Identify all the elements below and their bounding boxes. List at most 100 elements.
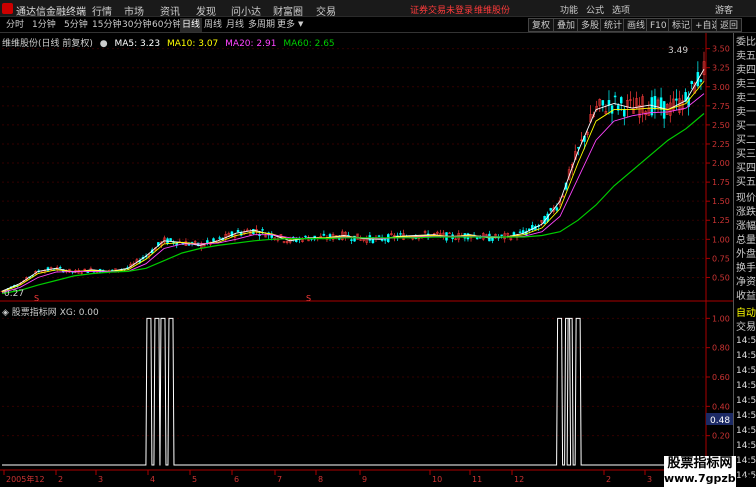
price-tick-label: 1.00 xyxy=(712,235,730,244)
tick-time: 14:50 xyxy=(736,441,756,451)
indicator-tick-label: 0.40 xyxy=(712,402,730,411)
label-buy5: 买五 xyxy=(736,177,756,188)
candle-body xyxy=(350,239,353,241)
quote-panel: 委比 卖五 卖四 卖三 卖二 卖一 买一 买二 买三 买四 买五 现价 涨跌 涨… xyxy=(733,33,756,487)
period-monthly[interactable]: 月线 xyxy=(224,18,246,32)
tick-time: 14:50 xyxy=(736,366,756,376)
menu-caifuquan[interactable]: 财富圈 xyxy=(273,3,303,18)
more-dropdown-icon[interactable]: ▼ xyxy=(298,20,303,28)
indicator-tick-label: 1.00 xyxy=(712,314,730,323)
auto-label[interactable]: 自动 xyxy=(736,307,756,320)
label-price: 现价 xyxy=(736,193,756,204)
menu-xuanxiang[interactable]: 选项 xyxy=(612,3,630,16)
candle-body xyxy=(322,233,326,236)
candle-body xyxy=(236,230,240,233)
tick-time: 14:50 xyxy=(736,351,756,361)
kline-chart[interactable]: 3.50 3.25 3.00 2.75 2.50 2.25 2.00 1.75 1.50 1.25… xyxy=(0,33,733,487)
date-tick-label: 10 xyxy=(432,475,442,484)
indicator-title[interactable]: 股票指标网 xyxy=(12,308,57,318)
candle-body xyxy=(169,238,172,242)
price-tick-label: 2.25 xyxy=(712,140,730,149)
candle-body xyxy=(619,97,623,104)
menu-faxian[interactable]: 发现 xyxy=(196,3,216,18)
label-sell2: 卖二 xyxy=(736,93,756,104)
price-tick-label: 2.75 xyxy=(712,102,730,111)
period-30min[interactable]: 30分钟 xyxy=(120,18,153,32)
candle-body xyxy=(218,237,221,239)
period-60min[interactable]: 60分钟 xyxy=(150,18,183,32)
app-title: 通达信金融终端 xyxy=(16,7,86,18)
period-fenshi[interactable]: 分时 xyxy=(4,18,26,32)
candle-body xyxy=(212,238,215,242)
date-tick-label: 12 xyxy=(514,475,524,484)
f10-button[interactable]: F10 xyxy=(646,18,671,32)
candle-body xyxy=(512,232,516,236)
price-tick-label: 3.00 xyxy=(712,83,730,92)
price-tick-label: 1.25 xyxy=(712,216,730,225)
period-15min[interactable]: 15分钟 xyxy=(90,18,123,32)
overlay-button[interactable]: 叠加 xyxy=(553,18,580,32)
candle-body xyxy=(500,234,503,236)
terminal-window: 通达信金融终端 行情 市场 资讯 发现 问小达 财富圈 交易 证券交易未登录 维… xyxy=(0,0,756,487)
menu-hangqing[interactable]: 行情 xyxy=(92,3,112,18)
candle-body xyxy=(613,95,617,98)
back-button[interactable]: 返回 xyxy=(716,18,743,32)
price-tick-label: 2.50 xyxy=(712,121,730,130)
date-tick-label: 9 xyxy=(362,475,367,484)
menu-zixun[interactable]: 资讯 xyxy=(160,3,180,18)
label-weibi: 委比 xyxy=(736,37,756,48)
fuquan-button[interactable]: 复权 xyxy=(528,18,555,32)
price-tick-label: 0.50 xyxy=(712,273,730,282)
label-buy2: 买二 xyxy=(736,135,756,146)
candle-body xyxy=(577,147,580,149)
menu-gongshi[interactable]: 公式 xyxy=(586,3,604,16)
label-netasset: 净资 xyxy=(736,277,756,288)
label-sell3: 卖三 xyxy=(736,79,756,90)
period-more[interactable]: 更多 xyxy=(275,18,297,32)
signal-marker: S xyxy=(306,294,311,303)
candle-body xyxy=(518,231,522,233)
price-tick-label: 2.00 xyxy=(712,159,730,168)
label-volume: 总量 xyxy=(736,235,756,246)
candle-body xyxy=(690,81,693,85)
period-multi[interactable]: 多周期 xyxy=(246,18,277,32)
watermark-title: 股票指标网 xyxy=(667,456,733,471)
current-stock-name[interactable]: 维维股份 xyxy=(474,3,510,16)
period-5min[interactable]: 5分钟 xyxy=(62,18,90,32)
tick-time: 14:50 xyxy=(736,411,756,421)
date-tick-label: 2 xyxy=(606,475,611,484)
candle-body xyxy=(58,266,62,269)
candle-body xyxy=(555,207,559,211)
price-tick-label: 3.50 xyxy=(712,45,730,54)
xg-value: XG: 0.00 xyxy=(59,308,99,318)
period-1min[interactable]: 1分钟 xyxy=(30,18,58,32)
label-change: 涨跌 xyxy=(736,207,756,218)
indicator-settings-icon[interactable]: ◈ xyxy=(2,308,12,318)
indicator-tick-label: 0.20 xyxy=(712,432,730,441)
period-weekly[interactable]: 周线 xyxy=(202,18,224,32)
indicator-current-value: 0.48 xyxy=(710,416,730,426)
menu-jiaoyi[interactable]: 交易 xyxy=(316,3,336,18)
candle-body xyxy=(601,100,605,106)
label-buy3: 买三 xyxy=(736,149,756,160)
tick-time: 14:50 xyxy=(736,381,756,391)
price-tick-label: 0.75 xyxy=(712,254,730,263)
candle-body xyxy=(206,240,209,243)
menu-gongneng[interactable]: 功能 xyxy=(560,3,578,16)
ma-line-ma60 xyxy=(1,113,705,295)
date-tick-label: 7 xyxy=(277,475,282,484)
label-buy4: 买四 xyxy=(736,163,756,174)
login-warning[interactable]: 证券交易未登录 xyxy=(410,3,473,16)
menu-shichang[interactable]: 市场 xyxy=(124,3,144,18)
guest-label[interactable]: 游客 xyxy=(715,3,733,16)
candle-body xyxy=(448,232,451,234)
candle-body xyxy=(623,109,626,117)
date-tick-label: 3 xyxy=(98,475,103,484)
period-toolbar: 分时 1分钟 5分钟 15分钟 30分钟 60分钟 日线 周线 月线 多周期 更… xyxy=(0,17,756,33)
trade-label[interactable]: 交易 xyxy=(736,321,756,334)
candle-body xyxy=(377,235,381,237)
tick-time: 14:50 xyxy=(736,396,756,406)
candle-body xyxy=(653,96,657,110)
menu-wenxiaoda[interactable]: 问小达 xyxy=(231,3,261,18)
period-daily[interactable]: 日线 xyxy=(180,18,203,32)
